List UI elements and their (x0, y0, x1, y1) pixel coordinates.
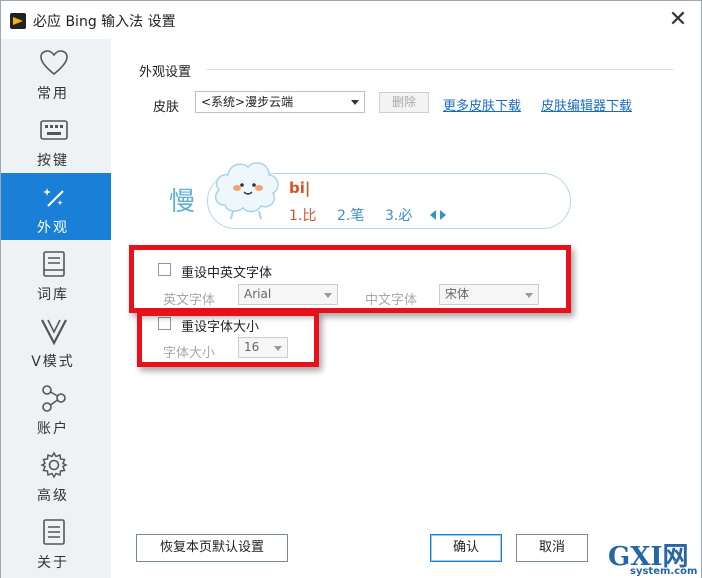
typed-pinyin: bi| (289, 179, 311, 197)
restore-defaults-button[interactable]: 恢复本页默认设置 (136, 534, 288, 562)
sidebar-item-label: V模式 (31, 354, 75, 370)
sidebar-item-label: 账户 (37, 421, 69, 437)
watermark-domain: system.com (630, 566, 698, 577)
section-title: 外观设置 (139, 65, 192, 80)
sidebar-item-label: 外观 (37, 220, 69, 236)
cloud-mascot-icon (214, 162, 279, 220)
sidebar-item-account[interactable]: 账户 (1, 374, 111, 441)
title-bar: 必应 Bing 输入法 设置 ✕ (1, 1, 701, 39)
skin-label: 皮肤 (153, 100, 180, 115)
gear-icon (40, 451, 68, 479)
site-watermark: GXI网 system.com (604, 536, 702, 578)
preview-character: 慢 (169, 187, 196, 217)
sidebar-item-v-mode[interactable]: V模式 (1, 307, 111, 374)
window-title: 必应 Bing 输入法 设置 (33, 14, 176, 30)
sidebar-item-about[interactable]: 关于 (1, 508, 111, 575)
sidebar-item-appearance[interactable]: 外观 (1, 173, 111, 240)
settings-window: 必应 Bing 输入法 设置 ✕ 常用 按键 外观 词库 V模式 账户 高级 关… (0, 0, 702, 578)
app-logo-icon (10, 13, 26, 29)
skin-editor-link[interactable]: 皮肤编辑器下载 (541, 95, 632, 114)
sidebar-item-dictionary[interactable]: 词库 (1, 240, 111, 307)
close-button[interactable]: ✕ (665, 7, 691, 33)
sidebar: 常用 按键 外观 词库 V模式 账户 高级 关于 (1, 39, 111, 578)
candidate-3: 3.必 (385, 208, 413, 224)
heart-icon (40, 50, 68, 76)
candidate-1: 1.比 (289, 208, 317, 224)
ok-button[interactable]: 确认 (430, 534, 502, 562)
book-icon (43, 251, 65, 277)
sidebar-item-label: 关于 (37, 555, 69, 571)
highlight-box-size (137, 311, 319, 367)
chevron-down-icon (351, 100, 359, 105)
more-skins-link[interactable]: 更多皮肤下载 (443, 95, 521, 114)
sidebar-item-common[interactable]: 常用 (1, 39, 111, 106)
cancel-button[interactable]: 取消 (516, 534, 588, 562)
highlight-box-font (129, 245, 571, 313)
magic-wand-icon (43, 188, 64, 207)
sidebar-item-label: 高级 (37, 488, 69, 504)
delete-skin-button[interactable]: 删除 (379, 92, 429, 113)
section-divider (207, 69, 673, 70)
document-icon (43, 519, 65, 545)
skin-dropdown[interactable]: <系统>漫步云端 (195, 91, 365, 113)
keyboard-icon (40, 120, 68, 140)
v-mode-icon (41, 319, 67, 346)
sidebar-item-label: 常用 (37, 86, 69, 102)
sidebar-item-label: 词库 (37, 287, 69, 303)
page-arrows-icon (430, 210, 446, 220)
share-nodes-icon (42, 385, 66, 412)
candidate-2: 2.笔 (337, 208, 365, 224)
sidebar-item-advanced[interactable]: 高级 (1, 441, 111, 508)
sidebar-item-label: 按键 (37, 153, 69, 169)
skin-dropdown-value: <系统>漫步云端 (201, 95, 294, 109)
sidebar-item-keys[interactable]: 按键 (1, 106, 111, 173)
